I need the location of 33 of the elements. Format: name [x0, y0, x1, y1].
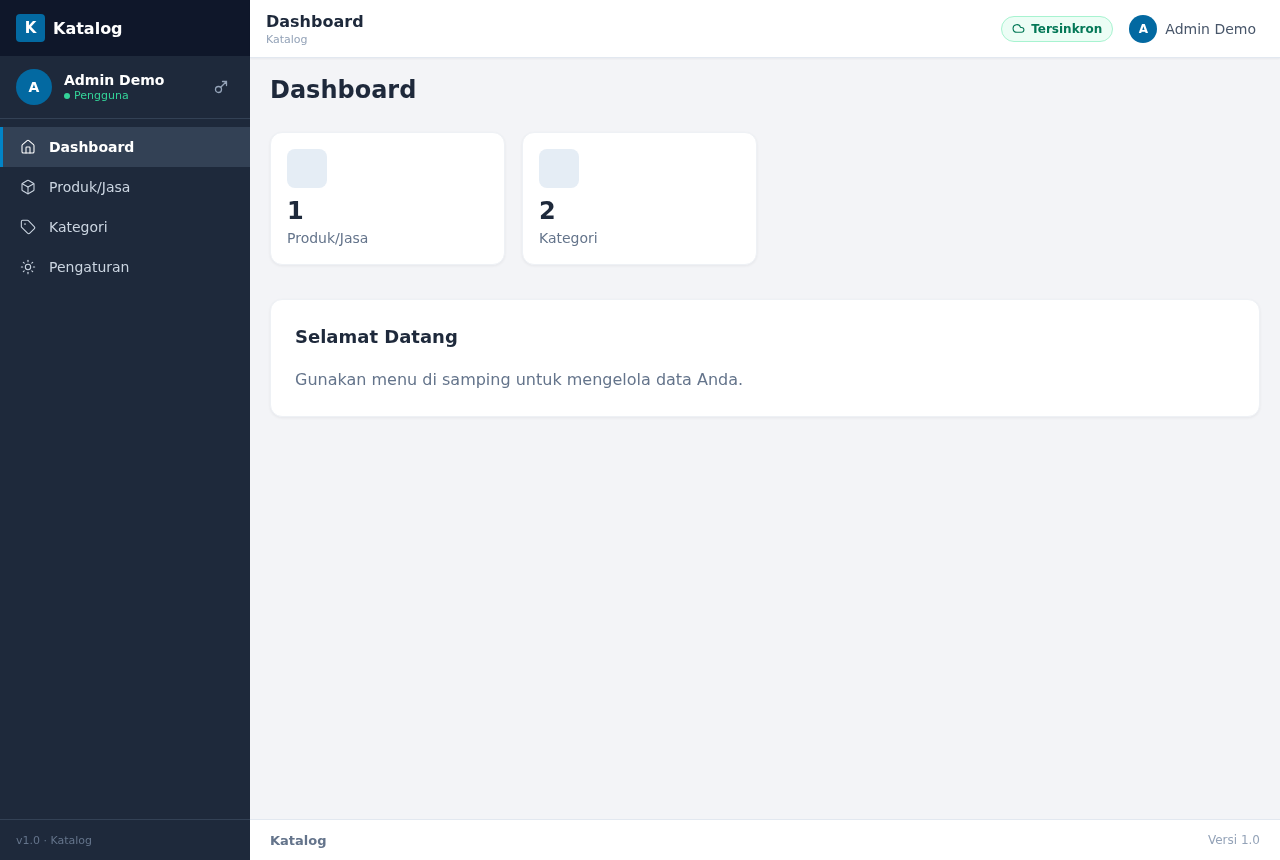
circle-arrow-icon — [214, 80, 228, 94]
user-avatar: A — [1129, 14, 1158, 43]
stat-label: Produk/Jasa — [287, 229, 369, 248]
home-icon — [20, 139, 36, 155]
nav-item[interactable]: Dashboard — [0, 127, 250, 167]
page-subtitle: Katalog — [266, 32, 309, 46]
page-heading: Dashboard — [270, 75, 418, 106]
tile-icon — [539, 149, 579, 188]
nav-item[interactable]: Kategori — [0, 207, 250, 247]
tile-icon — [287, 149, 327, 188]
welcome-title: Selamat Datang — [295, 325, 458, 349]
user-name: Admin Demo — [1165, 20, 1256, 37]
nav-item[interactable]: Produk/Jasa — [0, 167, 250, 207]
stat-value: 2 — [539, 196, 556, 226]
brand-name: Katalog — [53, 18, 123, 38]
logout-button[interactable] — [214, 80, 228, 94]
page-title: Dashboard — [266, 11, 364, 31]
stat-label: Kategori — [539, 229, 598, 248]
user-role: Pengguna — [74, 89, 129, 102]
sun-icon — [20, 259, 36, 275]
logo-tile: K — [16, 14, 45, 42]
welcome-text: Gunakan menu di samping untuk mengelola data Anda. — [295, 369, 744, 391]
user-name: Admin Demo — [64, 72, 166, 88]
version-text: v1.0 · Katalog — [16, 833, 93, 847]
stat-value: 1 — [287, 196, 304, 226]
footer-app-name: Katalog — [270, 832, 327, 848]
tag-icon — [20, 219, 36, 235]
box-icon — [20, 179, 36, 195]
footer-version: Versi 1.0 — [1207, 833, 1260, 847]
sync-status-badge: Tersinkron — [1001, 15, 1114, 42]
user-avatar: A — [16, 69, 52, 105]
nav-item[interactable]: Pengaturan — [0, 247, 250, 287]
cloud-icon — [1012, 22, 1026, 35]
